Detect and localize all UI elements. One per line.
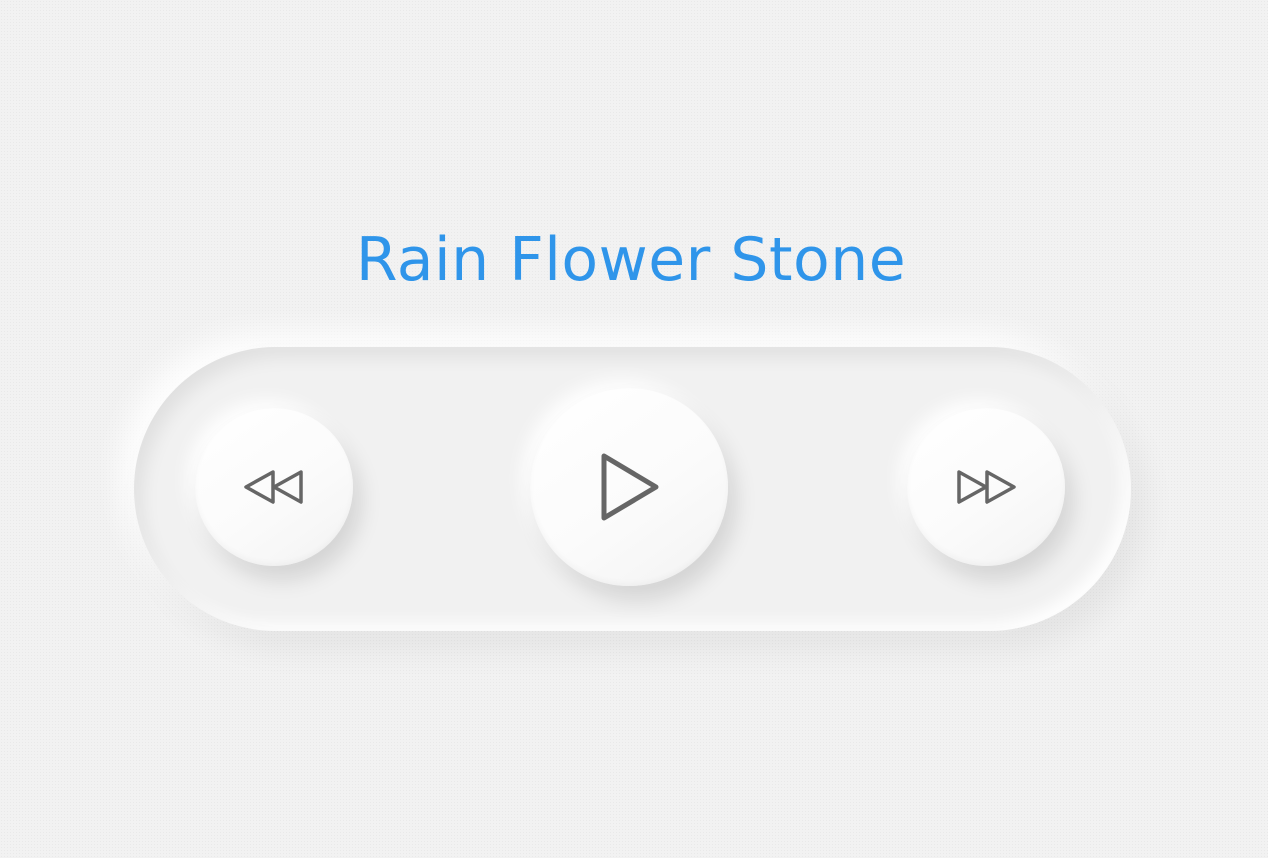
- fast-forward-button[interactable]: [907, 408, 1065, 566]
- rewind-button[interactable]: [195, 408, 353, 566]
- fast-forward-icon: [955, 469, 1017, 505]
- track-title: Rain Flower Stone: [355, 225, 907, 295]
- rewind-icon: [243, 469, 305, 505]
- play-icon: [596, 451, 662, 523]
- play-button[interactable]: [530, 388, 728, 586]
